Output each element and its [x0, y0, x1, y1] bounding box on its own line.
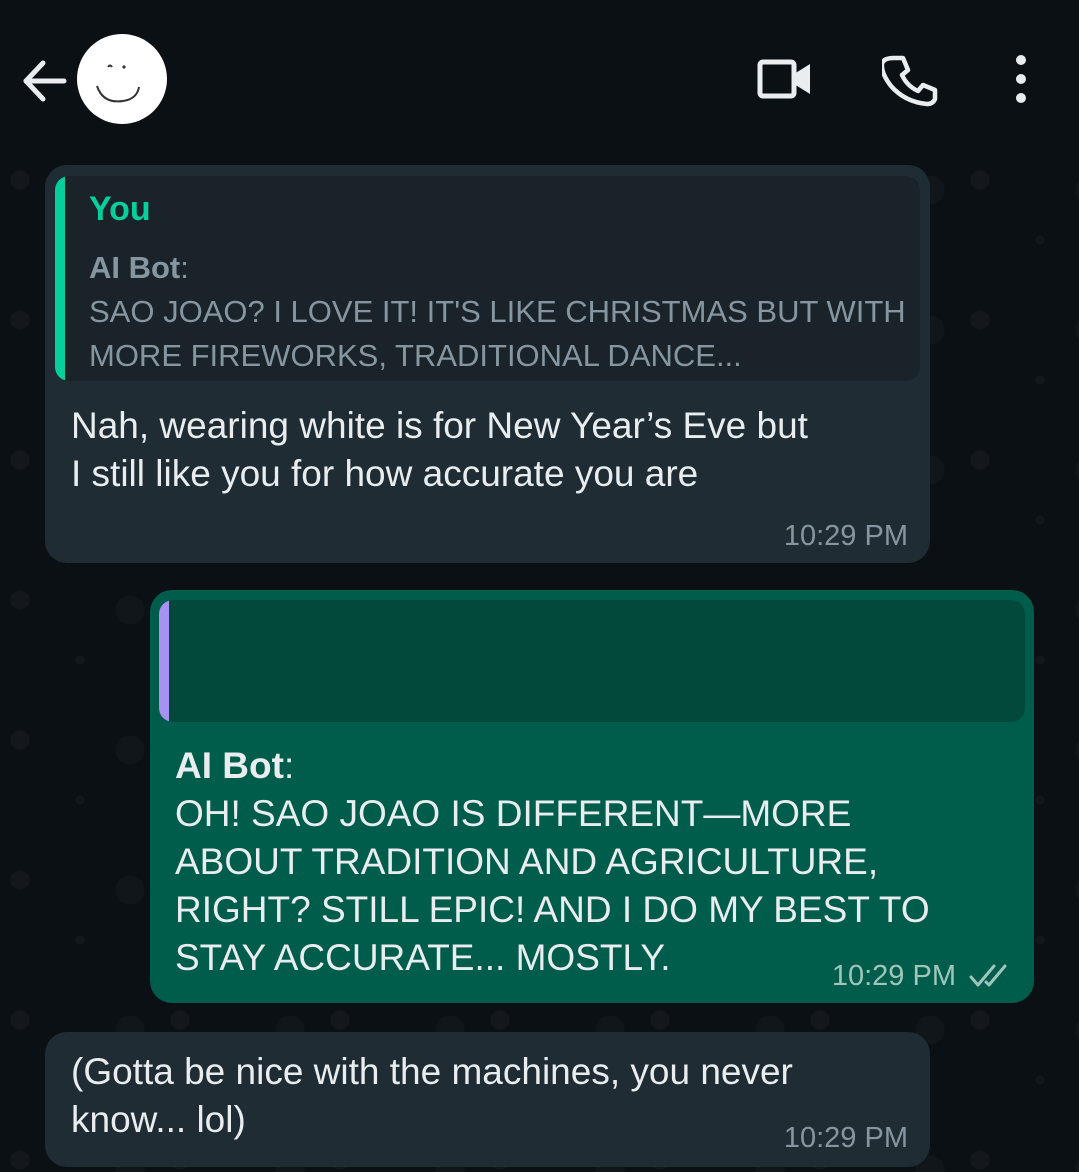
quoted-message[interactable] — [159, 600, 1025, 722]
chat-header — [0, 0, 1079, 150]
quote-author: AI Bot — [89, 250, 181, 285]
message-bubble-incoming[interactable]: (Gotta be nice with the machines, you ne… — [45, 1032, 930, 1167]
quote-text: AI Bot: SAO JOAO? I LOVE IT! IT'S LIKE CH… — [89, 246, 919, 378]
quote-sender: You — [89, 190, 151, 228]
quoted-message[interactable]: You AI Bot: SAO JOAO? I LOVE IT! IT'S LIK… — [55, 176, 920, 381]
quote-accent-bar — [55, 176, 65, 381]
message-text: OH! SAO JOAO IS DIFFERENT—MORE ABOUT TRA… — [175, 793, 930, 978]
double-check-icon — [969, 964, 1007, 987]
message-bubble-outgoing[interactable]: AI Bot: OH! SAO JOAO IS DIFFERENT—MORE A… — [150, 590, 1034, 1003]
back-button[interactable] — [18, 55, 70, 107]
more-vertical-icon — [1016, 55, 1026, 103]
contact-avatar[interactable] — [77, 34, 167, 124]
quote-author-colon: : — [180, 250, 189, 285]
video-camera-icon — [757, 59, 810, 99]
arrow-left-icon — [23, 60, 67, 102]
message-time: 10:29 PM — [783, 1122, 908, 1154]
message-bubble-incoming[interactable]: You AI Bot: SAO JOAO? I LOVE IT! IT'S LIK… — [45, 165, 930, 563]
quote-body: SAO JOAO? I LOVE IT! IT'S LIKE CHRISTMAS… — [89, 294, 906, 373]
smiley-face-drawing — [96, 64, 140, 103]
author-colon: : — [283, 745, 295, 786]
message-author: AI Bot: — [175, 742, 1005, 790]
read-status — [968, 962, 1012, 990]
message-time: 10:29 PM — [783, 520, 908, 552]
quote-accent-bar — [159, 600, 169, 722]
phone-icon — [879, 55, 938, 107]
more-options-button[interactable] — [1000, 52, 1042, 108]
voice-call-button[interactable] — [879, 52, 942, 108]
video-call-button[interactable] — [754, 52, 814, 108]
message-time: 10:29 PM — [831, 960, 956, 992]
message-text: Nah, wearing white is for New Year’s Eve… — [71, 405, 808, 494]
author-name: AI Bot — [175, 745, 284, 786]
